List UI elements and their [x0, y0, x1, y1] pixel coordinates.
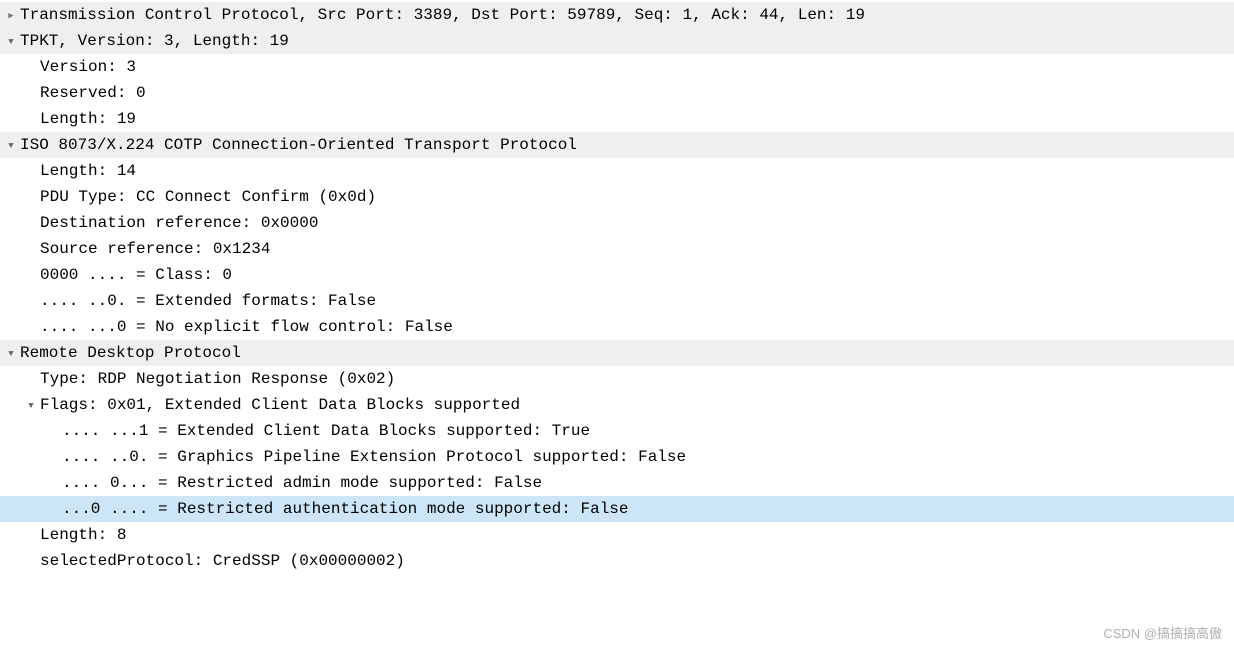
cotp-no-flow-row[interactable]: .... ...0 = No explicit flow control: Fa…	[0, 314, 1234, 340]
tpkt-length-row[interactable]: Length: 19	[0, 106, 1234, 132]
tcp-summary: Transmission Control Protocol, Src Port:…	[20, 2, 865, 28]
cotp-no-flow: .... ...0 = No explicit flow control: Fa…	[40, 314, 453, 340]
cotp-dst-ref-row[interactable]: Destination reference: 0x0000	[0, 210, 1234, 236]
rdp-flag-ext-client-row[interactable]: .... ...1 = Extended Client Data Blocks …	[0, 418, 1234, 444]
collapse-icon[interactable]	[24, 401, 38, 412]
tpkt-reserved-row[interactable]: Reserved: 0	[0, 80, 1234, 106]
tpkt-length: Length: 19	[40, 106, 136, 132]
cotp-dst-ref: Destination reference: 0x0000	[40, 210, 318, 236]
cotp-summary-row[interactable]: ISO 8073/X.224 COTP Connection-Oriented …	[0, 132, 1234, 158]
rdp-type-row[interactable]: Type: RDP Negotiation Response (0x02)	[0, 366, 1234, 392]
cotp-summary: ISO 8073/X.224 COTP Connection-Oriented …	[20, 132, 577, 158]
rdp-flag-ext-client: .... ...1 = Extended Client Data Blocks …	[62, 418, 590, 444]
collapse-icon[interactable]	[4, 141, 18, 152]
cotp-ext-formats-row[interactable]: .... ..0. = Extended formats: False	[0, 288, 1234, 314]
tpkt-reserved: Reserved: 0	[40, 80, 146, 106]
rdp-flags-row[interactable]: Flags: 0x01, Extended Client Data Blocks…	[0, 392, 1234, 418]
cotp-length-row[interactable]: Length: 14	[0, 158, 1234, 184]
cotp-ext-formats: .... ..0. = Extended formats: False	[40, 288, 376, 314]
tpkt-summary: TPKT, Version: 3, Length: 19	[20, 28, 289, 54]
tcp-summary-row[interactable]: Transmission Control Protocol, Src Port:…	[0, 2, 1234, 28]
cotp-src-ref-row[interactable]: Source reference: 0x1234	[0, 236, 1234, 262]
cotp-length: Length: 14	[40, 158, 136, 184]
rdp-selected-protocol-row[interactable]: selectedProtocol: CredSSP (0x00000002)	[0, 548, 1234, 574]
cotp-class: 0000 .... = Class: 0	[40, 262, 232, 288]
collapse-icon[interactable]	[4, 37, 18, 48]
rdp-flag-restricted-admin-row[interactable]: .... 0... = Restricted admin mode suppor…	[0, 470, 1234, 496]
rdp-summary: Remote Desktop Protocol	[20, 340, 241, 366]
cotp-class-row[interactable]: 0000 .... = Class: 0	[0, 262, 1234, 288]
expand-icon[interactable]	[4, 11, 18, 22]
rdp-flag-restricted-auth-row[interactable]: ...0 .... = Restricted authentication mo…	[0, 496, 1234, 522]
cotp-pdu-type-row[interactable]: PDU Type: CC Connect Confirm (0x0d)	[0, 184, 1234, 210]
collapse-icon[interactable]	[4, 349, 18, 360]
rdp-flags-summary: Flags: 0x01, Extended Client Data Blocks…	[40, 392, 520, 418]
rdp-length-row[interactable]: Length: 8	[0, 522, 1234, 548]
cotp-pdu-type: PDU Type: CC Connect Confirm (0x0d)	[40, 184, 376, 210]
tpkt-version: Version: 3	[40, 54, 136, 80]
rdp-length: Length: 8	[40, 522, 126, 548]
tpkt-version-row[interactable]: Version: 3	[0, 54, 1234, 80]
rdp-selected-protocol: selectedProtocol: CredSSP (0x00000002)	[40, 548, 405, 574]
rdp-summary-row[interactable]: Remote Desktop Protocol	[0, 340, 1234, 366]
watermark: CSDN @搞搞搞高傲	[1103, 621, 1222, 647]
rdp-flag-gfx-row[interactable]: .... ..0. = Graphics Pipeline Extension …	[0, 444, 1234, 470]
rdp-type: Type: RDP Negotiation Response (0x02)	[40, 366, 395, 392]
tpkt-summary-row[interactable]: TPKT, Version: 3, Length: 19	[0, 28, 1234, 54]
rdp-flag-gfx: .... ..0. = Graphics Pipeline Extension …	[62, 444, 686, 470]
rdp-flag-restricted-admin: .... 0... = Restricted admin mode suppor…	[62, 470, 542, 496]
rdp-flag-restricted-auth: ...0 .... = Restricted authentication mo…	[62, 496, 629, 522]
cotp-src-ref: Source reference: 0x1234	[40, 236, 270, 262]
